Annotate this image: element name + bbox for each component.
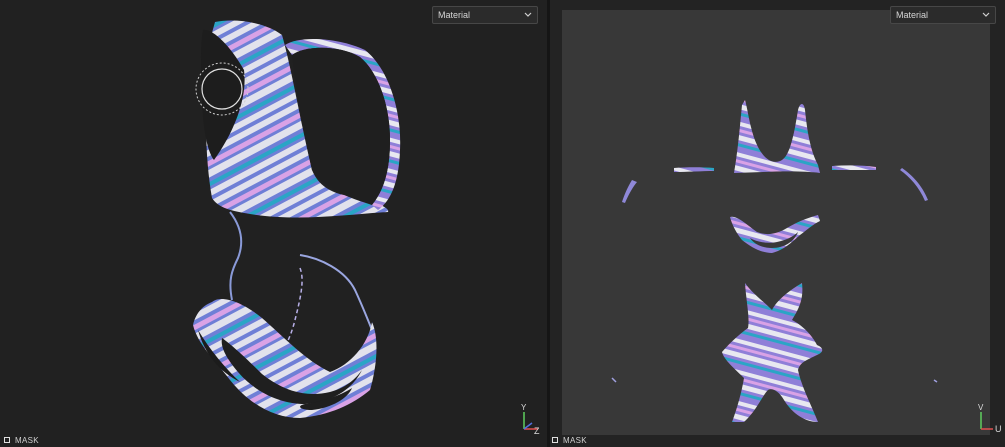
- dropdown-value: Material: [896, 10, 929, 20]
- mask-toggle-2d[interactable]: MASK: [552, 434, 587, 446]
- uv-canvas[interactable]: [562, 10, 990, 435]
- mask-label: MASK: [563, 435, 587, 445]
- uv-island-bottom: [722, 283, 823, 422]
- mask-label: MASK: [15, 435, 39, 445]
- axis-y-label: Y: [521, 403, 527, 412]
- uv-island-right-wing: [832, 165, 876, 170]
- axis-z-label: Z: [534, 426, 540, 435]
- axis-gizmo-3d: Y Z: [521, 403, 540, 435]
- checkbox-icon: [4, 437, 10, 443]
- uv-islands[interactable]: [562, 10, 990, 435]
- axis-u-label: U: [995, 424, 1002, 434]
- uv-island-top: [734, 100, 820, 173]
- chevron-down-icon: [982, 12, 990, 17]
- viewport-2d-uv[interactable]: Material V U: [550, 0, 1005, 447]
- chevron-down-icon: [524, 12, 532, 17]
- viewport-3d[interactable]: Material Y Z: [0, 0, 547, 447]
- mask-toggle-3d[interactable]: MASK: [4, 434, 39, 446]
- uv-island-left-wing: [674, 167, 714, 172]
- axis-v-label: V: [978, 403, 984, 412]
- 3d-model-render[interactable]: [0, 0, 547, 447]
- checkbox-icon: [552, 437, 558, 443]
- axis-gizmo-2d: V U: [978, 403, 1002, 434]
- shading-mode-dropdown-3d[interactable]: Material: [432, 6, 538, 24]
- dropdown-value: Material: [438, 10, 471, 20]
- shading-mode-dropdown-2d[interactable]: Material: [890, 6, 996, 24]
